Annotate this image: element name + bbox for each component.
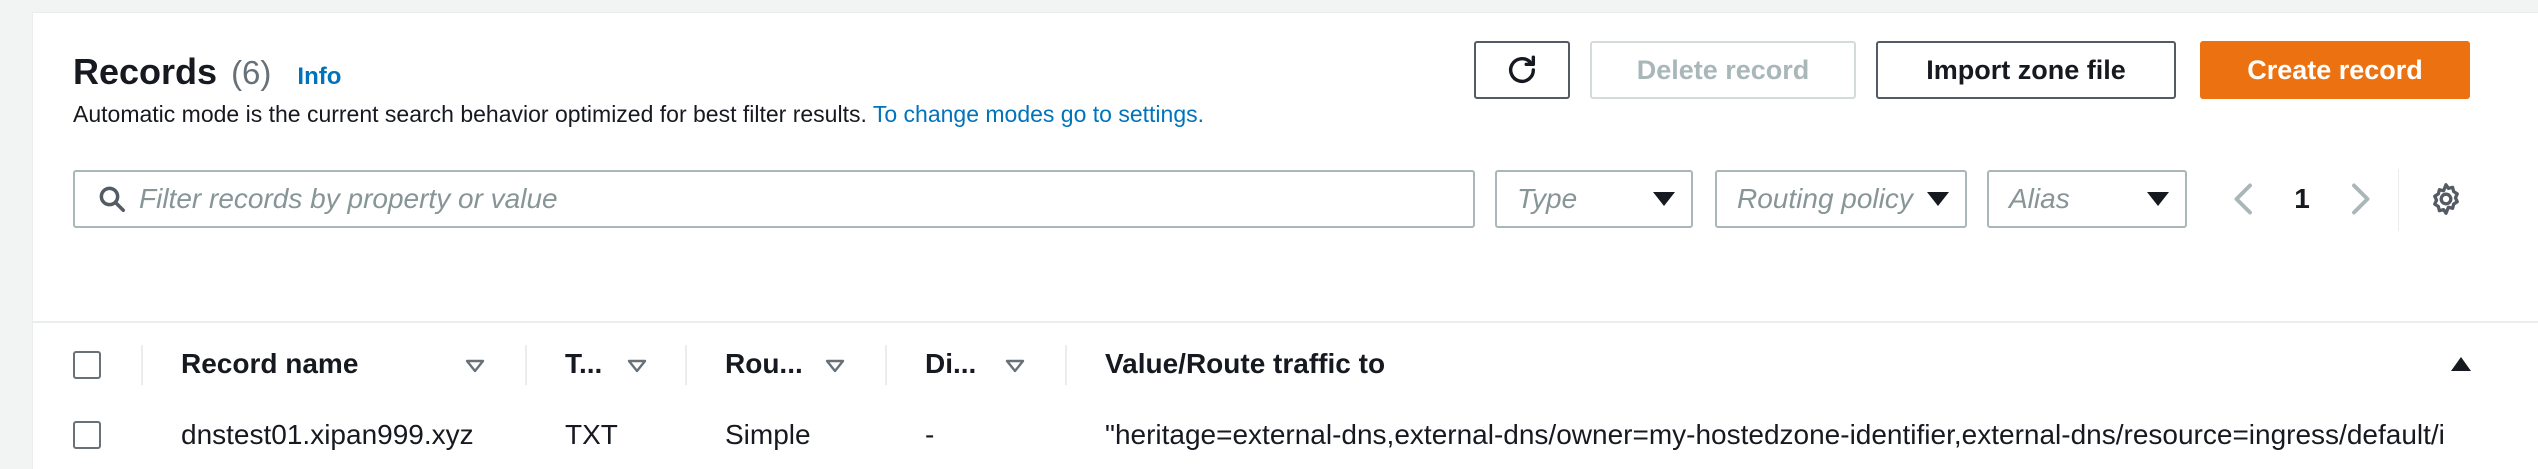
sort-ascending-icon[interactable]: [2451, 357, 2471, 371]
type-filter-select[interactable]: Type: [1495, 170, 1693, 228]
table-header: Record name T... Rou... Di... Value/Rout…: [33, 321, 2538, 407]
records-header: Records (6) Info: [73, 51, 341, 93]
current-page-number[interactable]: 1: [2287, 183, 2317, 215]
column-header-record-name[interactable]: Record name: [181, 323, 358, 405]
next-page-button[interactable]: [2345, 181, 2375, 222]
pager-divider: [2398, 169, 2399, 231]
chevron-right-icon: [2352, 183, 2370, 215]
caret-down-icon: [1653, 192, 1675, 206]
routing-policy-placeholder: Routing policy: [1737, 183, 1913, 214]
caret-down-icon: [1927, 192, 1949, 206]
records-count: (6): [231, 54, 272, 91]
import-zone-file-button[interactable]: Import zone file: [1876, 41, 2176, 99]
type-cell: TXT: [565, 419, 618, 450]
page-title: Records: [73, 51, 218, 92]
column-divider: [885, 345, 887, 385]
chevron-left-icon: [2234, 183, 2252, 215]
info-link[interactable]: Info: [297, 63, 341, 91]
refresh-button[interactable]: [1474, 41, 1570, 99]
value-cell: "heritage=external-dns,external-dns/owne…: [1105, 419, 2445, 450]
column-header-value[interactable]: Value/Route traffic to: [1105, 323, 1385, 405]
gear-icon: [2433, 183, 2459, 215]
column-header-differentiator[interactable]: Di...: [925, 323, 976, 405]
row-select-checkbox[interactable]: [73, 421, 101, 449]
create-record-button[interactable]: Create record: [2200, 41, 2470, 99]
delete-record-button[interactable]: Delete record: [1590, 41, 1856, 99]
routing-policy-filter-select[interactable]: Routing policy: [1715, 170, 1967, 228]
differentiator-cell: -: [925, 419, 935, 450]
search-input[interactable]: Filter records by property or value: [73, 170, 1475, 228]
column-divider: [685, 345, 687, 385]
column-header-type[interactable]: T...: [565, 323, 602, 405]
refresh-icon: [1508, 55, 1536, 83]
caret-down-icon: [2147, 192, 2169, 206]
previous-page-button[interactable]: [2229, 181, 2259, 222]
record-name-cell: dnstest01.xipan999.xyz: [181, 419, 474, 450]
column-divider: [525, 345, 527, 385]
alias-filter-select[interactable]: Alias: [1987, 170, 2187, 228]
change-modes-link[interactable]: To change modes go to settings.: [873, 101, 1204, 127]
type-filter-placeholder: Type: [1517, 183, 1578, 214]
search-placeholder: Filter records by property or value: [139, 183, 558, 214]
search-mode-description: Automatic mode is the current search beh…: [73, 101, 1204, 128]
column-divider: [141, 345, 143, 385]
column-header-routing[interactable]: Rou...: [725, 323, 803, 405]
sort-icon[interactable]: [825, 359, 845, 373]
column-divider: [1065, 345, 1067, 385]
sort-icon[interactable]: [465, 359, 485, 373]
select-all-checkbox[interactable]: [73, 351, 101, 379]
table-preferences-button[interactable]: [2428, 181, 2464, 222]
records-panel: Records (6) Info Automatic mode is the c…: [32, 12, 2538, 469]
sort-icon[interactable]: [1005, 359, 1025, 373]
alias-filter-placeholder: Alias: [2009, 183, 2070, 214]
routing-cell: Simple: [725, 419, 811, 450]
search-icon: [99, 186, 125, 212]
table-row[interactable]: dnstest01.xipan999.xyz TXT Simple - "her…: [33, 405, 2538, 469]
description-text: Automatic mode is the current search beh…: [73, 101, 867, 127]
sort-icon[interactable]: [627, 359, 647, 373]
